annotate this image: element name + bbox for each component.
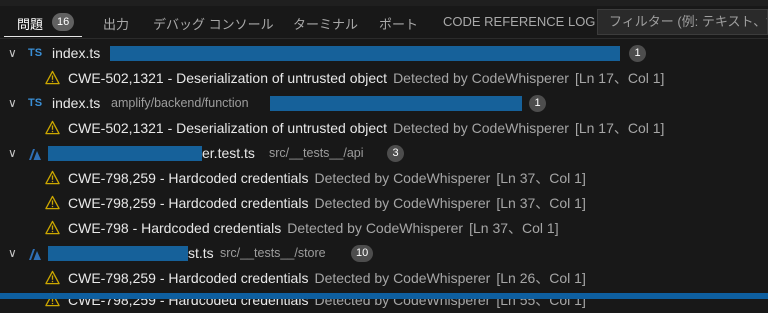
tab-debug-console[interactable]: デバッグ コンソール xyxy=(153,14,274,33)
file-path: src/__tests__/api xyxy=(269,146,364,160)
file-name: st.ts xyxy=(188,245,214,261)
warning-icon xyxy=(45,120,60,135)
file-group-row[interactable]: ∨ er.test.ts src/__tests__/api 3 xyxy=(0,141,768,166)
problem-row[interactable]: CWE-798,259 - Hardcoded credentials Detec… xyxy=(0,288,768,313)
problem-message: CWE-798,259 - Hardcoded credentials xyxy=(68,270,309,286)
problem-message-line: CWE-502,1321 - Deserialization of untrus… xyxy=(68,66,664,91)
file-name: index.ts xyxy=(52,45,101,61)
warning-icon xyxy=(45,220,60,235)
problem-location: [Ln 17、Col 1] xyxy=(574,70,665,86)
problem-location: [Ln 37、Col 1] xyxy=(496,195,586,211)
problem-count-badge: 1 xyxy=(529,95,546,112)
problem-source: Detected by CodeWhisperer xyxy=(393,70,569,86)
problem-message: CWE-502,1321 - Deserialization of untrus… xyxy=(68,70,388,86)
redacted-path xyxy=(110,46,620,61)
problem-row[interactable]: CWE-502,1321 - Deserialization of untrus… xyxy=(0,66,768,91)
typescript-file-icon: TS xyxy=(28,97,43,109)
problem-message: CWE-798,259 - Hardcoded credentials xyxy=(68,170,309,186)
aws-amplify-icon xyxy=(29,249,41,260)
aws-amplify-icon xyxy=(29,149,41,160)
chevron-down-icon[interactable]: ∨ xyxy=(8,241,17,266)
warning-icon xyxy=(45,170,60,185)
file-name: index.ts xyxy=(52,95,101,111)
problem-message-line: CWE-502,1321 - Deserialization of untrus… xyxy=(68,116,664,141)
tab-terminal[interactable]: ターミナル xyxy=(293,14,358,33)
file-path: amplify/backend/function xyxy=(111,96,249,110)
chevron-down-icon[interactable]: ∨ xyxy=(8,41,17,66)
chevron-down-icon[interactable]: ∨ xyxy=(8,91,17,116)
warning-icon xyxy=(45,270,60,285)
file-group-row[interactable]: ∨ TS index.ts 1 xyxy=(0,41,768,66)
problem-source: Detected by CodeWhisperer xyxy=(287,220,464,236)
problem-source: Detected by CodeWhisperer xyxy=(314,270,491,286)
problems-count-badge: 16 xyxy=(52,13,75,31)
problem-message: CWE-798 - Hardcoded credentials xyxy=(68,220,282,236)
active-tab-indicator xyxy=(4,36,82,37)
problem-row[interactable]: CWE-798,259 - Hardcoded credentials Detec… xyxy=(0,166,768,191)
filter-input[interactable]: フィルター (例: テキスト、**/*.ts, !**/node_modules… xyxy=(597,9,768,35)
typescript-file-icon: TS xyxy=(28,47,43,59)
problem-message-line: CWE-798,259 - Hardcoded credentials Detec… xyxy=(68,166,586,191)
redacted-filename xyxy=(48,146,202,161)
problem-location: [Ln 17、Col 1] xyxy=(574,120,665,136)
problem-row[interactable]: CWE-798,259 - Hardcoded credentials Detec… xyxy=(0,191,768,216)
chevron-down-icon[interactable]: ∨ xyxy=(8,141,17,166)
problem-source: Detected by CodeWhisperer xyxy=(314,170,491,186)
problem-message-line: CWE-798,259 - Hardcoded credentials Detec… xyxy=(68,191,586,216)
problem-count-badge: 3 xyxy=(387,145,404,162)
file-path: src/__tests__/store xyxy=(220,246,326,260)
problem-source: Detected by CodeWhisperer xyxy=(393,120,569,136)
redacted-filename xyxy=(48,246,188,261)
problem-message-line: CWE-798,259 - Hardcoded credentials Detec… xyxy=(68,288,586,313)
problem-row[interactable]: CWE-798 - Hardcoded credentials Detected … xyxy=(0,216,768,241)
file-group-row[interactable]: ∨ st.ts src/__tests__/store 10 xyxy=(0,241,768,266)
file-group-row[interactable]: ∨ TS index.ts amplify/backend/function 1 xyxy=(0,91,768,116)
problem-count-badge: 10 xyxy=(351,245,374,262)
problem-message: CWE-798,259 - Hardcoded credentials xyxy=(68,195,309,211)
tab-code-reference-log[interactable]: CODE REFERENCE LOG xyxy=(443,14,595,29)
problem-message: CWE-502,1321 - Deserialization of untrus… xyxy=(68,120,388,136)
warning-icon xyxy=(45,70,60,85)
problem-location: [Ln 26、Col 1] xyxy=(496,270,586,286)
problem-source: Detected by CodeWhisperer xyxy=(314,195,491,211)
problem-location: [Ln 37、Col 1] xyxy=(469,220,559,236)
tab-output[interactable]: 出力 xyxy=(103,14,129,33)
tab-ports[interactable]: ポート xyxy=(379,14,418,33)
warning-icon xyxy=(45,195,60,210)
redacted-path xyxy=(270,96,522,111)
problem-count-badge: 1 xyxy=(629,45,646,62)
problem-location: [Ln 37、Col 1] xyxy=(496,170,586,186)
problem-row[interactable]: CWE-502,1321 - Deserialization of untrus… xyxy=(0,116,768,141)
panel-tab-bar: 問題 16 出力 デバッグ コンソール ターミナル ポート CODE REFER… xyxy=(0,6,768,39)
tab-problems[interactable]: 問題 xyxy=(17,14,43,33)
problem-message-line: CWE-798 - Hardcoded credentials Detected … xyxy=(68,216,559,241)
status-bar xyxy=(0,293,768,299)
file-name: er.test.ts xyxy=(202,145,255,161)
